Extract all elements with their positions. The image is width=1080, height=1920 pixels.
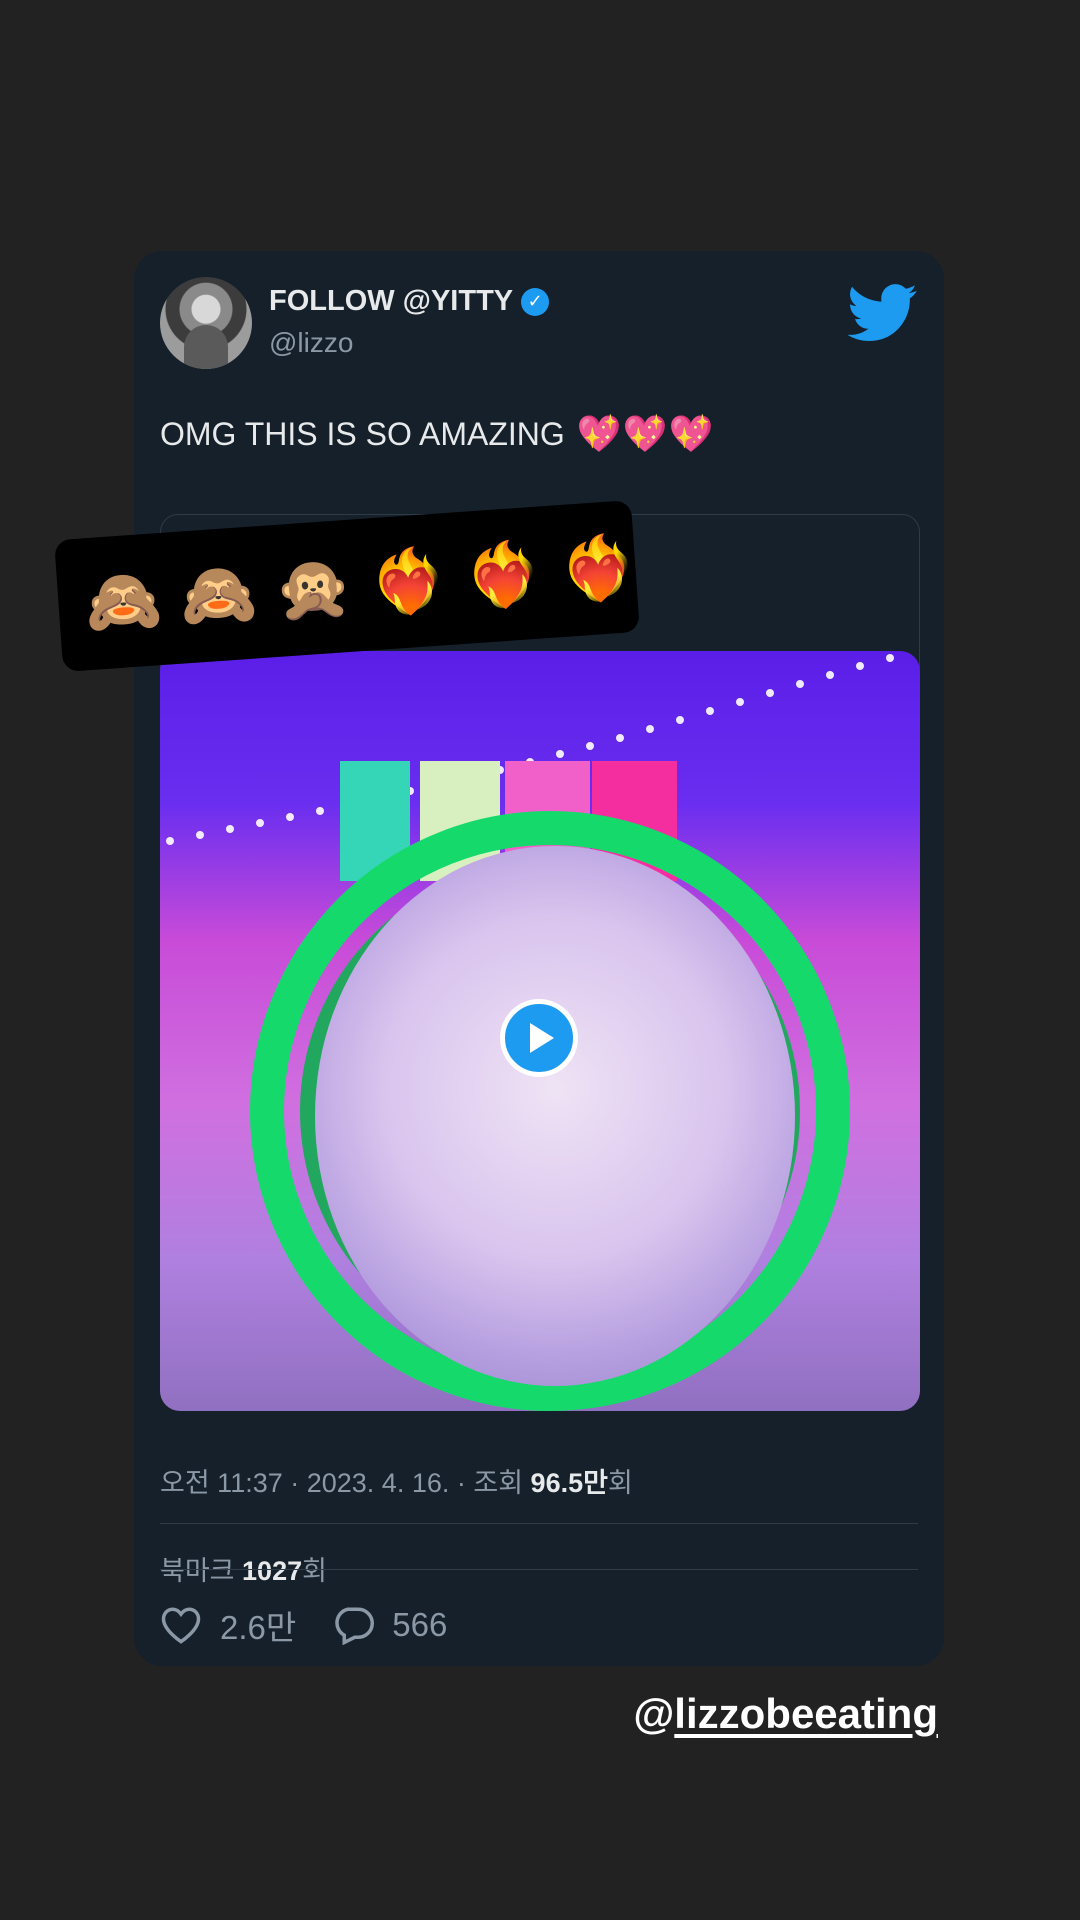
view-count: 96.5만 (530, 1468, 608, 1498)
timestamp: 오전 11:37 · 2023. 4. 16. · 조회 (160, 1468, 531, 1498)
mention-sticker[interactable]: @lizzobeeating (633, 1690, 938, 1738)
tweet-text-body: OMG THIS IS SO AMAZING (160, 416, 565, 452)
tweet-actions: 2.6만 566 (160, 1601, 483, 1649)
bookmark-number: 1027 (242, 1556, 303, 1586)
sparkling-heart-icon: 💖 (622, 413, 668, 455)
reply-icon (335, 1607, 375, 1645)
user-handle[interactable]: @lizzo (269, 327, 353, 359)
bookmark-suffix: 회 (302, 1556, 327, 1586)
play-icon[interactable] (500, 999, 578, 1077)
reply-count: 566 (392, 1606, 448, 1643)
view-suffix: 회 (607, 1468, 633, 1498)
sparkling-hearts: 💖 💖 💖 (576, 413, 714, 455)
twitter-bird-icon (848, 284, 917, 341)
verified-badge-icon: ✓ (521, 287, 550, 316)
heart-on-fire-icon: ❤️‍🔥 (556, 528, 640, 608)
video-screen (315, 846, 795, 1386)
like-button[interactable]: 2.6만 (160, 1601, 296, 1649)
like-count: 2.6만 (220, 1609, 297, 1646)
display-name[interactable]: FOLLOW @YITTY (269, 285, 513, 318)
divider (160, 1569, 918, 1570)
reply-button[interactable]: 566 (332, 1605, 447, 1645)
author-row: FOLLOW @YITTY ✓ (269, 285, 550, 318)
avatar[interactable] (160, 277, 252, 369)
see-no-evil-monkey-icon: 🙈 (177, 555, 260, 634)
tweet-timestamp-views: 오전 11:37 · 2023. 4. 16. · 조회 96.5만회 (160, 1461, 633, 1500)
tweet-card[interactable]: FOLLOW @YITTY ✓ @lizzo OMG THIS IS SO AM… (134, 251, 944, 1666)
mention-username[interactable]: lizzobeeating (674, 1690, 938, 1737)
speak-no-evil-monkey-icon: 🙊 (272, 548, 355, 627)
heart-icon (161, 1607, 201, 1644)
see-no-evil-monkey-icon: 🙈 (82, 562, 165, 641)
sparkling-heart-icon: 💖 (576, 413, 622, 455)
heart-on-fire-icon: ❤️‍🔥 (366, 542, 450, 621)
tweet-text: OMG THIS IS SO AMAZING 💖 💖 💖 (160, 413, 714, 455)
bookmark-label: 북마크 (160, 1556, 243, 1586)
heart-on-fire-icon: ❤️‍🔥 (461, 535, 545, 614)
sparkling-heart-icon: 💖 (668, 413, 714, 455)
video-thumbnail[interactable] (160, 651, 920, 1411)
mention-at: @ (633, 1690, 675, 1737)
divider (160, 1523, 918, 1524)
